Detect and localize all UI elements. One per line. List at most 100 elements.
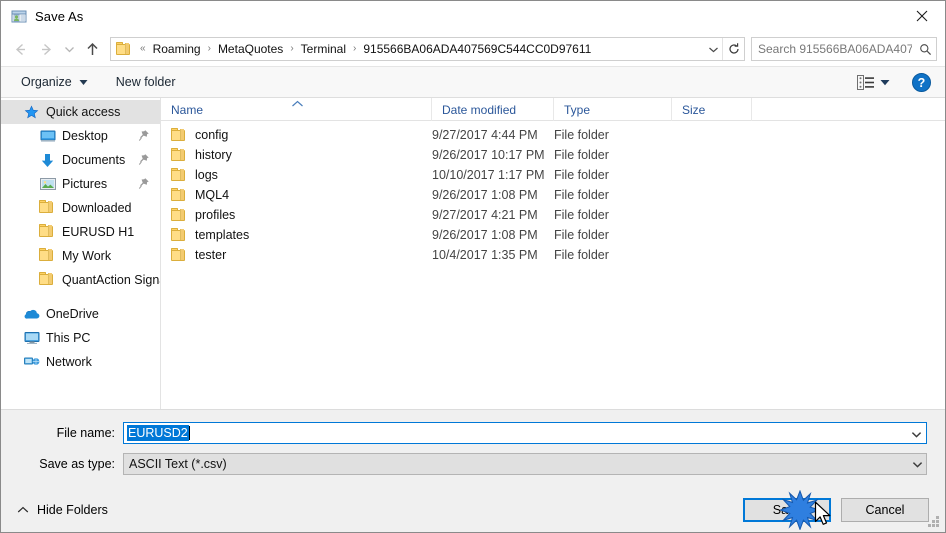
file-rows: config 9/27/2017 4:44 PM File folder his… <box>161 121 945 409</box>
table-row[interactable]: tester 10/4/2017 1:35 PM File folder <box>161 245 945 265</box>
breadcrumb-item-roaming[interactable]: Roaming <box>150 42 204 56</box>
folder-icon <box>171 128 187 142</box>
breadcrumb-item-terminal[interactable]: Terminal <box>298 42 349 56</box>
search-input[interactable] <box>752 41 915 57</box>
chevron-down-icon <box>911 431 921 438</box>
table-row[interactable]: MQL4 9/26/2017 1:08 PM File folder <box>161 185 945 205</box>
breadcrumb-item-terminal-id[interactable]: 915566BA06ADA407569C544CC0D97611 <box>360 42 594 56</box>
file-name-label: File name: <box>56 426 115 440</box>
refresh-button[interactable] <box>722 38 744 60</box>
pin-icon <box>138 153 150 166</box>
up-button[interactable] <box>79 36 105 62</box>
sidebar-item-label: Desktop <box>62 129 108 143</box>
file-name-label: profiles <box>195 208 236 222</box>
star-icon <box>23 104 40 120</box>
file-date-cell: 9/26/2017 10:17 PM <box>432 148 545 162</box>
resize-grip-icon[interactable] <box>928 516 941 529</box>
sidebar-item-eurusd-h1[interactable]: EURUSD H1 <box>1 220 160 244</box>
address-bar[interactable]: « Roaming › MetaQuotes › Terminal › 9155… <box>110 37 745 61</box>
search-box[interactable] <box>751 37 937 61</box>
text-caret <box>188 426 190 440</box>
sidebar-item-this-pc[interactable]: This PC <box>1 326 160 350</box>
file-name-dropdown-button[interactable] <box>907 424 925 444</box>
breadcrumb-overflow[interactable]: « <box>136 43 150 54</box>
new-folder-button[interactable]: New folder <box>110 72 182 92</box>
file-name-input[interactable]: EURUSD2 <box>123 422 927 444</box>
sidebar-item-downloaded[interactable]: Downloaded <box>1 196 160 220</box>
table-row[interactable]: history 9/26/2017 10:17 PM File folder <box>161 145 945 165</box>
title-bar: Save As <box>1 1 945 32</box>
sidebar-item-label: This PC <box>46 331 91 345</box>
column-header-date-modified[interactable]: Date modified <box>432 98 554 121</box>
back-arrow-icon <box>15 43 25 55</box>
close-button[interactable] <box>899 1 945 31</box>
file-list-pane: Name Date modified Type Size config 9/27… <box>161 98 945 409</box>
close-icon <box>916 10 928 22</box>
folder-icon <box>171 148 187 162</box>
view-options-icon <box>857 74 874 90</box>
table-row[interactable]: templates 9/26/2017 1:08 PM File folder <box>161 225 945 245</box>
network-icon <box>23 354 40 370</box>
help-icon: ? <box>912 72 931 92</box>
file-type-cell: File folder <box>554 208 609 222</box>
save-as-dialog: Save As « Roaming › MetaQuotes › Termina… <box>0 0 946 533</box>
file-name-label: tester <box>195 248 227 262</box>
sidebar-item-label: EURUSD H1 <box>62 225 135 239</box>
folder-icon <box>116 42 132 56</box>
file-date-cell: 9/27/2017 4:44 PM <box>432 128 538 142</box>
address-dropdown-button[interactable] <box>704 44 722 55</box>
forward-button[interactable] <box>33 36 59 62</box>
cancel-button[interactable]: Cancel <box>841 498 929 522</box>
save-button[interactable]: Save <box>743 498 831 522</box>
folder-icon <box>171 188 187 202</box>
folder-icon <box>39 272 56 288</box>
hide-folders-button[interactable]: Hide Folders <box>11 503 108 517</box>
hide-folders-label: Hide Folders <box>37 503 108 517</box>
organize-button[interactable]: Organize <box>15 72 94 92</box>
sidebar-item-desktop[interactable]: Desktop <box>1 124 160 148</box>
pictures-icon <box>39 176 56 192</box>
toolbar-right-group: ? <box>853 72 937 92</box>
table-row[interactable]: logs 10/10/2017 1:17 PM File folder <box>161 165 945 185</box>
save-as-type-select[interactable]: ASCII Text (*.csv) <box>123 453 927 475</box>
breadcrumb-item-metaquotes[interactable]: MetaQuotes <box>215 42 286 56</box>
sidebar-item-quantaction-signal[interactable]: QuantAction Signal <box>1 268 160 292</box>
column-header-size[interactable]: Size <box>672 98 752 121</box>
breadcrumb: « Roaming › MetaQuotes › Terminal › 9155… <box>136 42 704 56</box>
table-row[interactable]: profiles 9/27/2017 4:21 PM File folder <box>161 205 945 225</box>
thispc-icon <box>23 330 40 346</box>
back-button[interactable] <box>7 36 33 62</box>
save-as-type-dropdown-button[interactable] <box>908 454 926 474</box>
sidebar-item-label: Documents <box>62 153 126 167</box>
file-date-cell: 9/27/2017 4:21 PM <box>432 208 538 222</box>
column-header-type[interactable]: Type <box>554 98 672 121</box>
forward-arrow-icon <box>41 43 51 55</box>
file-date-cell: 10/10/2017 1:17 PM <box>432 168 545 182</box>
desktop-icon <box>39 128 56 144</box>
new-folder-label: New folder <box>115 75 176 89</box>
sidebar-item-documents[interactable]: Documents <box>1 148 160 172</box>
file-name-label: logs <box>195 168 218 182</box>
file-name-label: history <box>195 148 232 162</box>
file-type-cell: File folder <box>554 228 609 242</box>
command-toolbar: Organize New folder ? <box>1 67 945 98</box>
sidebar-item-my-work[interactable]: My Work <box>1 244 160 268</box>
sidebar-item-quick-access[interactable]: Quick access <box>1 100 160 124</box>
sidebar-item-label: QuantAction Signal <box>62 273 160 287</box>
folder-icon <box>171 208 187 222</box>
change-view-button[interactable] <box>853 73 894 92</box>
sidebar-item-label: Pictures <box>62 177 108 191</box>
sidebar-item-label: OneDrive <box>46 307 99 321</box>
sidebar-item-pictures[interactable]: Pictures <box>1 172 160 196</box>
sidebar-item-onedrive[interactable]: OneDrive <box>1 302 160 326</box>
column-header-label: Name <box>171 102 204 117</box>
sidebar-item-network[interactable]: Network <box>1 350 160 374</box>
help-button[interactable]: ? <box>912 72 931 92</box>
column-header-label: Type <box>564 102 591 117</box>
file-name-field-wrapper: EURUSD2 <box>123 422 927 444</box>
table-row[interactable]: config 9/27/2017 4:44 PM File folder <box>161 125 945 145</box>
recent-locations-button[interactable] <box>59 36 79 62</box>
refresh-icon <box>728 43 739 54</box>
column-header-name[interactable]: Name <box>161 98 432 121</box>
